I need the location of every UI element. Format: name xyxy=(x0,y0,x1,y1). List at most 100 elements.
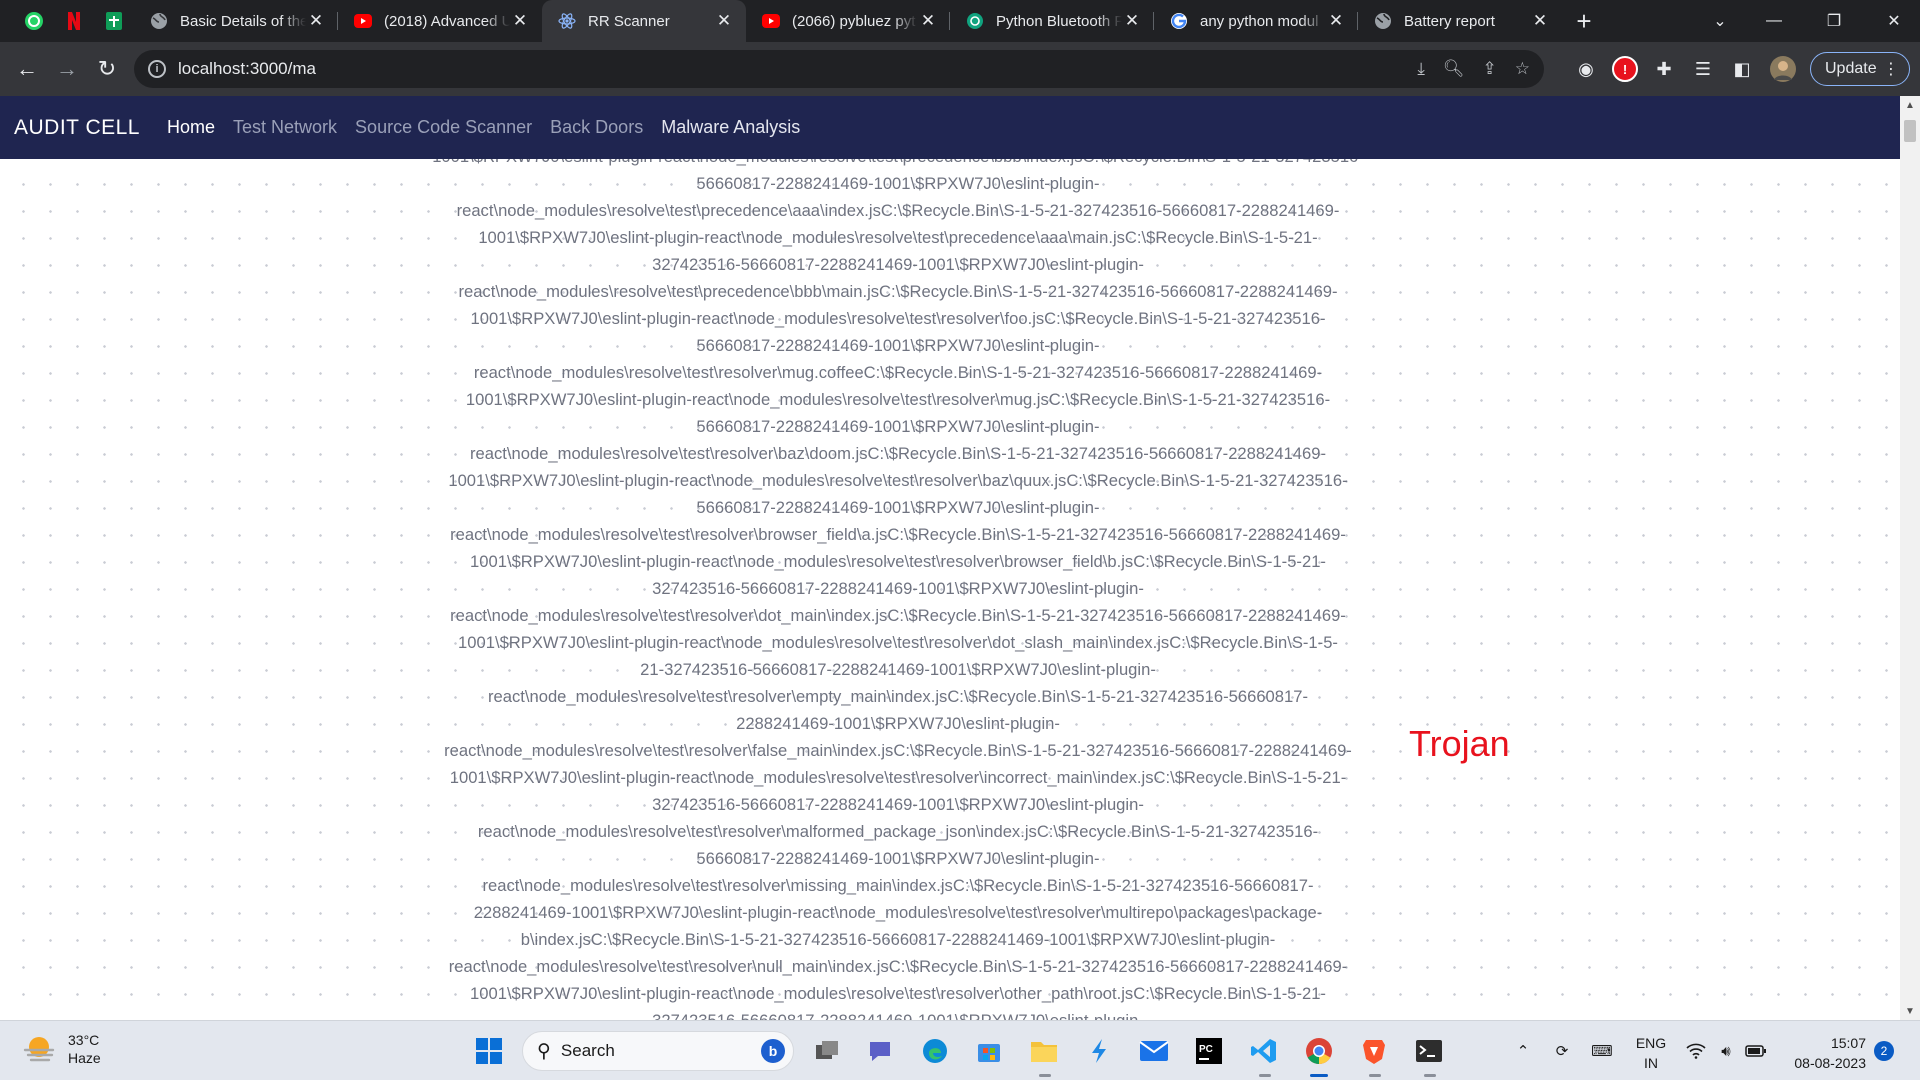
terminal-icon[interactable] xyxy=(1412,1034,1446,1068)
adblock-icon[interactable]: ! xyxy=(1609,53,1641,85)
browser-tab[interactable]: (2018) Advanced U ✕ xyxy=(338,0,542,42)
tab-search-button[interactable]: ⌄ xyxy=(1690,0,1750,42)
window-close-button[interactable]: ✕ xyxy=(1864,0,1920,42)
file-path-line: 1001\$RPXW7J0\eslint-plugin-react\node_m… xyxy=(458,633,1338,652)
side-panel-icon[interactable]: ◧ xyxy=(1726,53,1758,85)
close-icon[interactable]: ✕ xyxy=(918,11,938,31)
volume-icon[interactable]: 🔊︎ xyxy=(1714,1021,1738,1080)
zoom-icon[interactable]: 🔍︎ xyxy=(1443,59,1465,79)
url-text[interactable]: localhost:3000/ma xyxy=(178,59,316,79)
vs-studio-icon[interactable] xyxy=(1082,1034,1116,1068)
page-scrollbar[interactable]: ▲ ▼ xyxy=(1900,96,1920,1020)
pinned-tab-sheets[interactable] xyxy=(94,0,134,42)
menu-kebab-icon[interactable]: ⋮ xyxy=(1883,59,1899,79)
teams-chat-icon[interactable] xyxy=(863,1034,897,1068)
reload-button[interactable]: ↻ xyxy=(87,49,127,89)
close-icon[interactable]: ✕ xyxy=(510,11,530,31)
svg-text:!: ! xyxy=(1623,62,1627,77)
nav-home[interactable]: Home xyxy=(167,117,215,138)
wifi-icon[interactable] xyxy=(1684,1021,1708,1080)
file-path-line: 1001\$RPXW7J0\eslint-plugin-react\node_m… xyxy=(383,159,1413,170)
tab-title: (2066) pybluez pyt xyxy=(792,12,916,30)
app-brand[interactable]: AUDIT CELL xyxy=(14,116,140,140)
store-icon[interactable] xyxy=(972,1034,1006,1068)
taskbar-search[interactable]: ⚲ Search b xyxy=(522,1031,794,1071)
file-path-line: react\node_modules\resolve\test\preceden… xyxy=(458,282,1338,301)
file-explorer-icon[interactable] xyxy=(1027,1034,1061,1068)
pinned-tab-netflix[interactable] xyxy=(54,0,94,42)
scroll-up-arrow-icon[interactable]: ▲ xyxy=(1900,96,1920,114)
scroll-down-arrow-icon[interactable]: ▼ xyxy=(1900,1002,1920,1020)
brave-icon[interactable] xyxy=(1357,1034,1391,1068)
keyboard-icon[interactable]: ⌨ xyxy=(1588,1021,1616,1080)
netflix-icon xyxy=(68,12,80,30)
edge-icon[interactable] xyxy=(918,1034,952,1068)
avatar[interactable] xyxy=(1767,53,1799,85)
nav-test-network[interactable]: Test Network xyxy=(233,117,337,138)
back-button[interactable]: ← xyxy=(7,49,47,89)
chrome-icon[interactable] xyxy=(1302,1034,1336,1068)
tab-title: RR Scanner xyxy=(588,12,670,30)
file-path-line: 56660817-2288241469-1001\$RPXW7J0\eslint… xyxy=(696,417,1100,436)
running-indicator xyxy=(1259,1074,1271,1077)
browser-tab[interactable]: Basic Details of the ✕ xyxy=(134,0,338,42)
close-icon[interactable]: ✕ xyxy=(1326,11,1346,31)
address-bar[interactable]: i localhost:3000/ma ⤓ 🔍︎ ⇪ ☆ xyxy=(134,50,1544,88)
site-info-icon[interactable]: i xyxy=(148,60,166,78)
close-icon[interactable]: ✕ xyxy=(714,11,734,31)
browser-tab[interactable]: Battery report ✕ xyxy=(1358,0,1562,42)
tab-title: (2018) Advanced U xyxy=(384,12,510,30)
notification-badge[interactable]: 2 xyxy=(1874,1041,1894,1061)
vscode-icon[interactable] xyxy=(1247,1034,1281,1068)
install-app-icon[interactable]: ⤓ xyxy=(1417,59,1425,79)
browser-tab[interactable]: Python Bluetooth F ✕ xyxy=(950,0,1154,42)
mail-icon[interactable] xyxy=(1137,1034,1171,1068)
tab-title: Battery report xyxy=(1404,12,1495,30)
nav-back-doors[interactable]: Back Doors xyxy=(550,117,643,138)
close-icon[interactable]: ✕ xyxy=(1122,11,1142,31)
update-button[interactable]: Update ⋮ xyxy=(1810,52,1910,86)
forward-button[interactable]: → xyxy=(47,49,87,89)
file-path-line: 327423516-56660817-2288241469-1001\$RPXW… xyxy=(383,1007,1413,1020)
show-hidden-icons-chevron-icon[interactable]: ⌃ xyxy=(1510,1021,1536,1080)
extension-incognito-icon[interactable]: ◉ xyxy=(1570,53,1602,85)
file-path-line: react\node_modules\resolve\test\resolver… xyxy=(482,876,1314,895)
pycharm-icon[interactable]: PC xyxy=(1192,1034,1226,1068)
browser-tab[interactable]: any python modul ✕ xyxy=(1154,0,1358,42)
reading-list-icon[interactable]: ☰ xyxy=(1687,53,1719,85)
nav-malware-analysis[interactable]: Malware Analysis xyxy=(661,117,800,138)
file-path-line: 56660817-2288241469-1001\$RPXW7J0\eslint… xyxy=(696,849,1100,868)
pinned-tab-whatsapp[interactable] xyxy=(14,0,54,42)
bookmark-star-icon[interactable]: ☆ xyxy=(1515,59,1530,79)
file-path-line: 21-327423516-56660817-2288241469-1001\$R… xyxy=(640,660,1156,679)
running-indicator xyxy=(1424,1074,1436,1077)
file-path-line: react\node_modules\resolve\test\resolver… xyxy=(448,957,1348,976)
close-icon[interactable]: ✕ xyxy=(1530,11,1550,31)
minimize-button[interactable]: — xyxy=(1744,0,1804,42)
input-language[interactable]: ENG IN xyxy=(1628,1033,1674,1073)
close-icon[interactable]: ✕ xyxy=(306,11,326,31)
restore-button[interactable]: ❐ xyxy=(1804,0,1864,42)
running-indicator xyxy=(1039,1074,1051,1077)
clock[interactable]: 15:07 08-08-2023 xyxy=(1776,1033,1866,1073)
file-path-line: 1001\$RPXW7J0\eslint-plugin-react\node_m… xyxy=(470,309,1326,328)
battery-icon[interactable] xyxy=(1744,1021,1768,1080)
file-path-line: 327423516-56660817-2288241469-1001\$RPXW… xyxy=(652,579,1144,598)
task-view-icon[interactable] xyxy=(810,1034,844,1068)
whatsapp-icon xyxy=(25,12,43,30)
tab-title: any python modul xyxy=(1200,12,1319,30)
app-navbar: AUDIT CELL Home Test Network Source Code… xyxy=(0,96,1900,159)
weather-widget[interactable]: 33°C Haze xyxy=(22,1031,101,1067)
extensions-puzzle-icon[interactable]: ✚ xyxy=(1648,53,1680,85)
start-button[interactable] xyxy=(472,1034,506,1068)
nav-source-code-scanner[interactable]: Source Code Scanner xyxy=(355,117,532,138)
sync-icon[interactable]: ⟳ xyxy=(1548,1021,1576,1080)
tab-title: Python Bluetooth F xyxy=(996,12,1122,30)
new-tab-button[interactable]: + xyxy=(1564,0,1604,42)
weather-temp: 33°C xyxy=(68,1032,100,1048)
browser-tab[interactable]: (2066) pybluez pyt ✕ xyxy=(746,0,950,42)
share-icon[interactable]: ⇪ xyxy=(1483,59,1497,79)
browser-tab-active[interactable]: RR Scanner ✕ xyxy=(542,0,746,42)
haze-sun-icon xyxy=(23,1037,55,1062)
scrollbar-thumb[interactable] xyxy=(1904,120,1916,142)
